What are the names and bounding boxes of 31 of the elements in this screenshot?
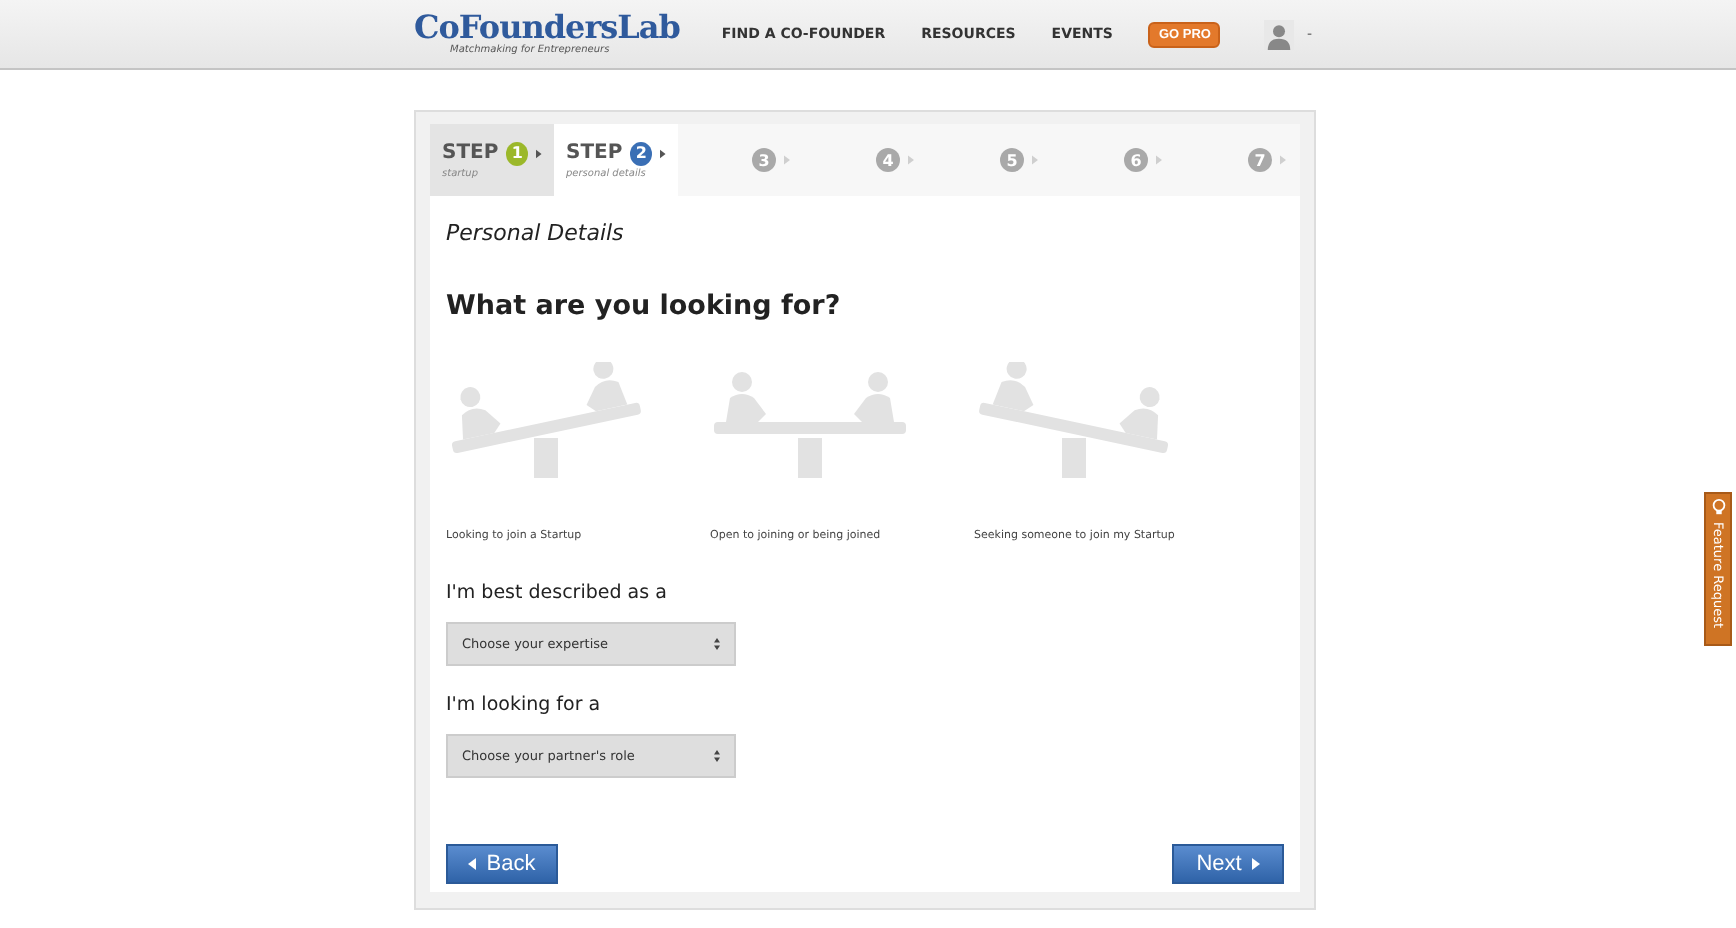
logo[interactable]: CoFoundersLab: [414, 12, 680, 44]
question-heading: What are you looking for?: [446, 290, 843, 322]
next-button[interactable]: Next: [1172, 844, 1284, 884]
arrow-icon: [1280, 154, 1286, 166]
step-number: 7: [1248, 148, 1272, 172]
right-triangle-icon: [1251, 858, 1260, 870]
arrow-icon: [784, 154, 790, 166]
step-number: 5: [1000, 148, 1024, 172]
arrow-icon: [536, 147, 542, 159]
arrow-icon: [1032, 154, 1038, 166]
back-button[interactable]: Back: [446, 844, 558, 884]
step-number: 2: [630, 141, 653, 165]
section-title: Personal Details: [446, 220, 626, 246]
updown-arrows-icon: [714, 750, 720, 762]
field-label: I'm looking for a: [446, 694, 603, 716]
step-number: 6: [1124, 148, 1148, 172]
step-label: STEP: [566, 142, 623, 164]
step-number: 1: [506, 141, 529, 165]
field-label: I'm best described as a: [446, 582, 669, 604]
seesaw-drawing[interactable]: [974, 362, 1174, 482]
user-avatar-icon[interactable]: [1264, 19, 1295, 49]
arrow-icon: [660, 147, 666, 159]
left-triangle-icon: [468, 858, 477, 870]
step-label: STEP: [442, 142, 499, 164]
feature-icon: [1709, 498, 1727, 516]
arrow-icon: [1156, 154, 1162, 166]
arrow-icon: [908, 154, 914, 166]
step-number: 3: [752, 148, 776, 172]
updown-arrows-icon: [714, 638, 720, 650]
seesaw-drawing[interactable]: [446, 362, 646, 482]
step-number: 4: [876, 148, 900, 172]
